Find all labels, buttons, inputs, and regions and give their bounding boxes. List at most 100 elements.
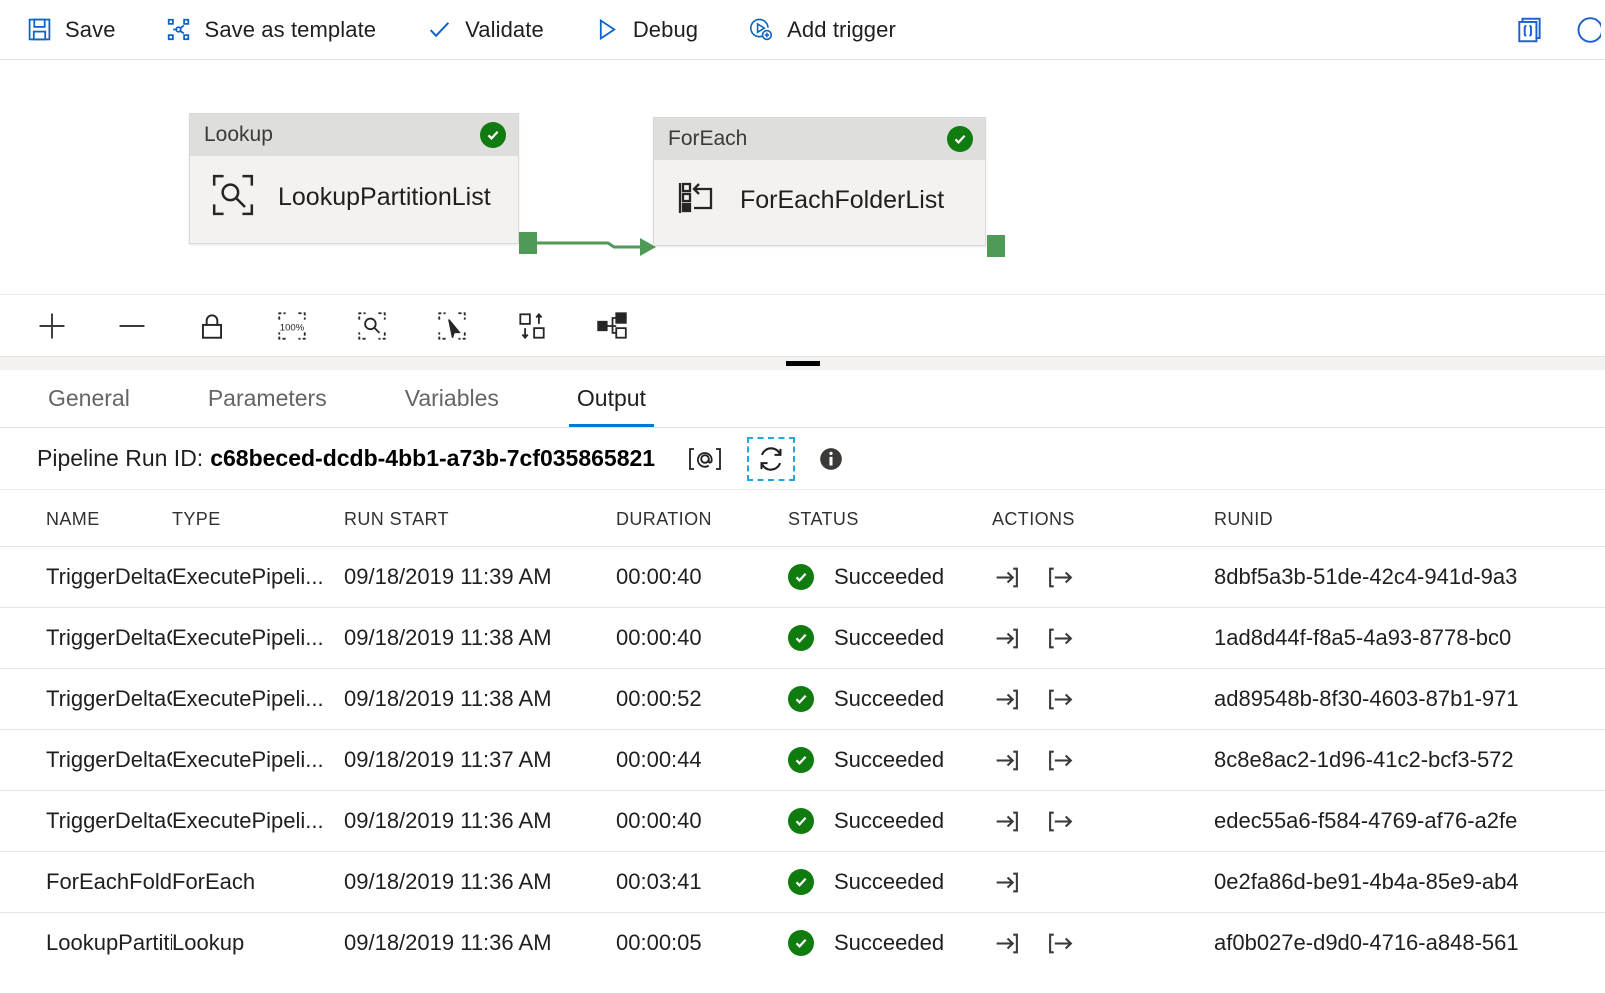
table-body: TriggerDeltaC...ExecutePipeli...09/18/20… — [0, 547, 1605, 974]
output-icon[interactable] — [1046, 807, 1074, 835]
table-row[interactable]: ForEachFolde...ForEach09/18/2019 11:36 A… — [0, 852, 1605, 913]
status-badge: Succeeded — [834, 869, 944, 895]
cell-name: TriggerDeltaC... — [0, 730, 172, 791]
node-body: ForEachFolderList — [654, 160, 985, 245]
save-label: Save — [65, 17, 116, 43]
table-row[interactable]: LookupPartiti...Lookup09/18/2019 11:36 A… — [0, 913, 1605, 974]
add-trigger-button[interactable]: Add trigger — [748, 17, 896, 43]
cell-type: ForEach — [172, 852, 344, 913]
cell-status: Succeeded — [788, 608, 992, 669]
cell-type: ExecutePipeli... — [172, 669, 344, 730]
cell-duration: 00:00:40 — [616, 547, 788, 608]
input-icon[interactable] — [992, 746, 1020, 774]
zoom-100-percent-icon[interactable]: 100% — [274, 308, 310, 344]
auto-align-icon[interactable] — [514, 308, 550, 344]
pipeline-run-id-value: c68beced-dcdb-4bb1-a73b-7cf035865821 — [210, 445, 655, 472]
cell-type: ExecutePipeli... — [172, 791, 344, 852]
cell-status: Succeeded — [788, 730, 992, 791]
cell-run-start: 09/18/2019 11:39 AM — [344, 547, 616, 608]
cell-duration: 00:00:52 — [616, 669, 788, 730]
properties-circle-icon[interactable] — [1571, 15, 1601, 45]
select-pointer-icon[interactable] — [434, 308, 470, 344]
cell-name: TriggerDeltaC... — [0, 791, 172, 852]
code-braces-icon[interactable] — [1515, 15, 1545, 45]
info-icon[interactable] — [817, 445, 845, 473]
refresh-icon[interactable] — [747, 437, 795, 481]
validate-button[interactable]: Validate — [426, 17, 544, 43]
cell-run-start: 09/18/2019 11:38 AM — [344, 669, 616, 730]
column-header-type[interactable]: TYPE — [172, 490, 344, 547]
node-header: ForEach — [654, 118, 985, 160]
column-header-status[interactable]: STATUS — [788, 490, 992, 547]
foreach-output-port[interactable] — [987, 235, 1005, 257]
status-success-icon — [788, 930, 814, 956]
cell-actions — [992, 852, 1214, 913]
table-row[interactable]: TriggerDeltaC...ExecutePipeli...09/18/20… — [0, 791, 1605, 852]
lock-icon[interactable] — [194, 308, 230, 344]
zoom-in-icon[interactable] — [34, 308, 70, 344]
cell-type: ExecutePipeli... — [172, 547, 344, 608]
node-status-success-icon — [947, 126, 973, 152]
input-icon[interactable] — [992, 563, 1020, 591]
debug-button[interactable]: Debug — [594, 17, 698, 43]
cell-runid: 1ad8d44f-f8a5-4a93-8778-bc0 — [1214, 608, 1605, 669]
status-success-icon — [788, 747, 814, 773]
input-icon[interactable] — [992, 685, 1020, 713]
input-icon[interactable] — [992, 807, 1020, 835]
cell-actions — [992, 669, 1214, 730]
input-icon[interactable] — [992, 624, 1020, 652]
table-row[interactable]: TriggerDeltaC...ExecutePipeli...09/18/20… — [0, 608, 1605, 669]
pipeline-toolbar: Save Save as template Val — [0, 0, 1605, 60]
cell-actions — [992, 730, 1214, 791]
zoom-to-fit-icon[interactable] — [354, 308, 390, 344]
tab-parameters[interactable]: Parameters — [200, 370, 335, 427]
cell-name: LookupPartiti... — [0, 913, 172, 974]
cell-run-start: 09/18/2019 11:36 AM — [344, 852, 616, 913]
tab-label: Output — [577, 385, 646, 412]
save-button[interactable]: Save — [26, 17, 116, 43]
save-as-template-icon — [166, 17, 192, 43]
output-icon[interactable] — [1046, 746, 1074, 774]
column-header-duration[interactable]: DURATION — [616, 490, 788, 547]
table-header-row: NAME TYPE RUN START DURATION STATUS ACTI… — [0, 490, 1605, 547]
add-trigger-icon — [748, 17, 774, 43]
tab-label: Variables — [405, 385, 499, 412]
cell-runid: 8dbf5a3b-51de-42c4-941d-9a3 — [1214, 547, 1605, 608]
cell-name: TriggerDeltaC... — [0, 608, 172, 669]
output-icon[interactable] — [1046, 929, 1074, 957]
at-expression-icon[interactable] — [685, 442, 725, 476]
column-header-runid[interactable]: RUNID — [1214, 490, 1605, 547]
column-header-name[interactable]: NAME — [0, 490, 172, 547]
table-row[interactable]: TriggerDeltaC...ExecutePipeli...09/18/20… — [0, 547, 1605, 608]
table-row[interactable]: TriggerDeltaC...ExecutePipeli...09/18/20… — [0, 669, 1605, 730]
save-as-template-button[interactable]: Save as template — [166, 17, 377, 43]
input-icon[interactable] — [992, 868, 1020, 896]
cell-duration: 00:00:40 — [616, 791, 788, 852]
node-name-label: LookupPartitionList — [278, 183, 491, 212]
output-icon[interactable] — [1046, 563, 1074, 591]
cell-runid: ad89548b-8f30-4603-87b1-971 — [1214, 669, 1605, 730]
validate-check-icon — [426, 17, 452, 43]
tab-variables[interactable]: Variables — [397, 370, 507, 427]
input-icon[interactable] — [992, 929, 1020, 957]
activity-node-foreach[interactable]: ForEach — [653, 117, 986, 246]
pipeline-run-id-bar: Pipeline Run ID: c68beced-dcdb-4bb1-a73b… — [0, 428, 1605, 490]
output-icon[interactable] — [1046, 685, 1074, 713]
splitter-grip-handle[interactable] — [786, 361, 820, 366]
pipeline-canvas[interactable]: Lookup LookupPartitionList — [0, 60, 1605, 294]
tab-output[interactable]: Output — [569, 370, 654, 427]
tab-general[interactable]: General — [40, 370, 138, 427]
pipeline-editor: Save Save as template Val — [0, 0, 1605, 993]
column-header-actions[interactable]: ACTIONS — [992, 490, 1214, 547]
zoom-out-icon[interactable] — [114, 308, 150, 344]
output-icon[interactable] — [1046, 624, 1074, 652]
node-header: Lookup — [190, 114, 518, 156]
panel-splitter[interactable] — [0, 356, 1605, 370]
status-success-icon — [788, 625, 814, 651]
cell-actions — [992, 791, 1214, 852]
table-row[interactable]: TriggerDeltaC...ExecutePipeli...09/18/20… — [0, 730, 1605, 791]
activity-node-lookup[interactable]: Lookup LookupPartitionList — [189, 113, 519, 244]
column-header-run-start[interactable]: RUN START — [344, 490, 616, 547]
cell-name: ForEachFolde... — [0, 852, 172, 913]
layout-nodes-icon[interactable] — [594, 308, 630, 344]
